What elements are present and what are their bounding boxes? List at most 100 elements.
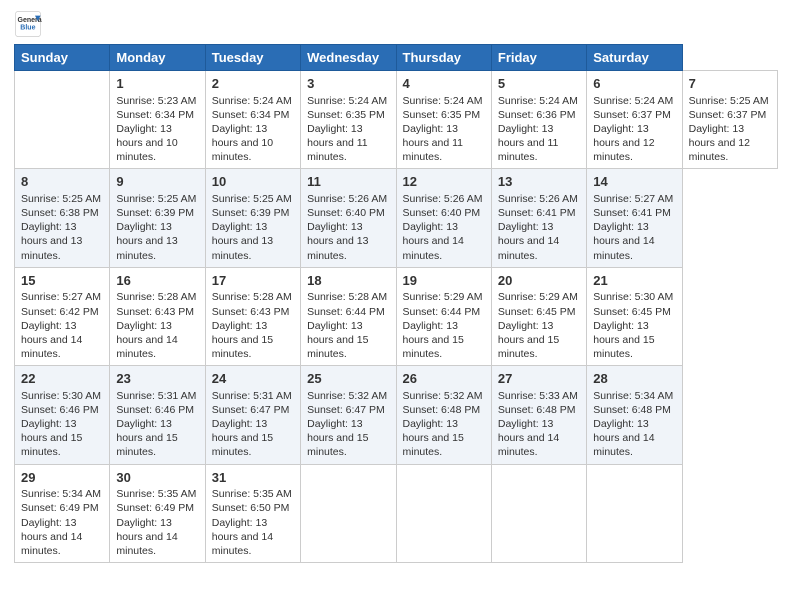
calendar-cell: 14Sunrise: 5:27 AMSunset: 6:41 PMDayligh… (587, 169, 682, 267)
day-number: 19 (403, 272, 485, 290)
calendar-cell: 25Sunrise: 5:32 AMSunset: 6:47 PMDayligh… (301, 366, 396, 464)
page-container: General Blue SundayMondayTuesdayWednesda… (0, 0, 792, 612)
day-info: Daylight: 13 hours and 15 minutes. (498, 320, 559, 360)
day-number: 7 (689, 75, 771, 93)
column-header-monday: Monday (110, 45, 205, 71)
day-number: 16 (116, 272, 198, 290)
day-number: 5 (498, 75, 580, 93)
calendar-cell: 18Sunrise: 5:28 AMSunset: 6:44 PMDayligh… (301, 267, 396, 365)
column-header-saturday: Saturday (587, 45, 682, 71)
calendar-cell: 23Sunrise: 5:31 AMSunset: 6:46 PMDayligh… (110, 366, 205, 464)
day-info: Sunset: 6:40 PM (403, 207, 481, 219)
day-info: Sunrise: 5:32 AM (403, 390, 483, 402)
day-info: Sunset: 6:47 PM (212, 404, 290, 416)
day-info: Daylight: 13 hours and 14 minutes. (212, 517, 273, 557)
day-info: Sunset: 6:46 PM (116, 404, 194, 416)
calendar-cell: 3Sunrise: 5:24 AMSunset: 6:35 PMDaylight… (301, 71, 396, 169)
day-number: 28 (593, 370, 675, 388)
day-info: Sunrise: 5:25 AM (116, 193, 196, 205)
day-info: Sunrise: 5:35 AM (116, 488, 196, 500)
calendar-cell: 16Sunrise: 5:28 AMSunset: 6:43 PMDayligh… (110, 267, 205, 365)
calendar-cell: 26Sunrise: 5:32 AMSunset: 6:48 PMDayligh… (396, 366, 491, 464)
day-info: Sunset: 6:35 PM (403, 109, 481, 121)
column-header-thursday: Thursday (396, 45, 491, 71)
svg-text:Blue: Blue (20, 25, 35, 32)
day-info: Sunset: 6:49 PM (21, 502, 99, 514)
day-number: 20 (498, 272, 580, 290)
day-number: 31 (212, 469, 294, 487)
day-info: Sunrise: 5:28 AM (307, 291, 387, 303)
day-info: Sunset: 6:45 PM (593, 306, 671, 318)
day-number: 9 (116, 173, 198, 191)
day-info: Sunrise: 5:33 AM (498, 390, 578, 402)
day-info: Daylight: 13 hours and 15 minutes. (403, 418, 464, 458)
day-number: 4 (403, 75, 485, 93)
header: General Blue (14, 10, 778, 38)
day-info: Sunset: 6:47 PM (307, 404, 385, 416)
day-number: 3 (307, 75, 389, 93)
day-info: Daylight: 13 hours and 14 minutes. (21, 517, 82, 557)
day-info: Sunrise: 5:27 AM (593, 193, 673, 205)
day-info: Sunrise: 5:31 AM (116, 390, 196, 402)
day-info: Daylight: 13 hours and 15 minutes. (593, 320, 654, 360)
week-row-1: 1Sunrise: 5:23 AMSunset: 6:34 PMDaylight… (15, 71, 778, 169)
day-info: Sunrise: 5:26 AM (498, 193, 578, 205)
day-number: 29 (21, 469, 103, 487)
calendar-cell: 8 Sunrise: 5:25 AM Sunset: 6:38 PM Daylight… (15, 169, 110, 267)
day-info: Daylight: 13 hours and 15 minutes. (212, 418, 273, 458)
day-info: Sunrise: 5:30 AM (21, 390, 101, 402)
day-info: Daylight: 13 hours and 14 minutes. (498, 221, 559, 261)
day-info: Daylight: 13 hours and 14 minutes. (21, 320, 82, 360)
day-info: Sunrise: 5:25 AM (21, 193, 101, 205)
calendar-cell: 12Sunrise: 5:26 AMSunset: 6:40 PMDayligh… (396, 169, 491, 267)
calendar-cell: 17Sunrise: 5:28 AMSunset: 6:43 PMDayligh… (205, 267, 300, 365)
calendar-cell: 19Sunrise: 5:29 AMSunset: 6:44 PMDayligh… (396, 267, 491, 365)
day-info: Sunset: 6:44 PM (403, 306, 481, 318)
day-info: Sunset: 6:49 PM (116, 502, 194, 514)
day-number: 1 (116, 75, 198, 93)
calendar-cell (396, 464, 491, 562)
day-info: Sunrise: 5:29 AM (403, 291, 483, 303)
day-info: Sunrise: 5:34 AM (21, 488, 101, 500)
day-info: Sunset: 6:38 PM (21, 207, 99, 219)
day-info: Daylight: 13 hours and 14 minutes. (116, 320, 177, 360)
day-info: Sunrise: 5:25 AM (212, 193, 292, 205)
calendar-cell (491, 464, 586, 562)
day-info: Sunset: 6:50 PM (212, 502, 290, 514)
day-number: 13 (498, 173, 580, 191)
day-info: Sunrise: 5:27 AM (21, 291, 101, 303)
calendar-cell: 21Sunrise: 5:30 AMSunset: 6:45 PMDayligh… (587, 267, 682, 365)
day-info: Sunrise: 5:26 AM (307, 193, 387, 205)
header-row: SundayMondayTuesdayWednesdayThursdayFrid… (15, 45, 778, 71)
calendar-table: SundayMondayTuesdayWednesdayThursdayFrid… (14, 44, 778, 563)
day-number: 17 (212, 272, 294, 290)
day-info: Sunrise: 5:35 AM (212, 488, 292, 500)
day-info: Sunrise: 5:29 AM (498, 291, 578, 303)
calendar-cell: 27Sunrise: 5:33 AMSunset: 6:48 PMDayligh… (491, 366, 586, 464)
day-info: Sunrise: 5:31 AM (212, 390, 292, 402)
column-header-tuesday: Tuesday (205, 45, 300, 71)
day-number: 8 (21, 173, 103, 191)
day-number: 12 (403, 173, 485, 191)
day-info: Sunset: 6:36 PM (498, 109, 576, 121)
day-info: Daylight: 13 hours and 13 minutes. (21, 221, 82, 261)
column-header-sunday: Sunday (15, 45, 110, 71)
column-header-wednesday: Wednesday (301, 45, 396, 71)
day-info: Sunset: 6:43 PM (212, 306, 290, 318)
day-info: Daylight: 13 hours and 15 minutes. (307, 418, 368, 458)
day-info: Daylight: 13 hours and 15 minutes. (21, 418, 82, 458)
day-info: Daylight: 13 hours and 11 minutes. (498, 123, 559, 163)
calendar-cell: 20Sunrise: 5:29 AMSunset: 6:45 PMDayligh… (491, 267, 586, 365)
day-info: Sunset: 6:37 PM (593, 109, 671, 121)
day-info: Sunrise: 5:32 AM (307, 390, 387, 402)
calendar-cell: 2Sunrise: 5:24 AMSunset: 6:34 PMDaylight… (205, 71, 300, 169)
day-info: Daylight: 13 hours and 14 minutes. (403, 221, 464, 261)
day-info: Sunset: 6:41 PM (593, 207, 671, 219)
day-info: Sunset: 6:48 PM (498, 404, 576, 416)
day-info: Sunset: 6:34 PM (116, 109, 194, 121)
day-info: Daylight: 13 hours and 15 minutes. (116, 418, 177, 458)
day-info: Daylight: 13 hours and 11 minutes. (307, 123, 368, 163)
calendar-cell: 6Sunrise: 5:24 AMSunset: 6:37 PMDaylight… (587, 71, 682, 169)
day-info: Daylight: 13 hours and 10 minutes. (212, 123, 273, 163)
day-info: Sunset: 6:34 PM (212, 109, 290, 121)
